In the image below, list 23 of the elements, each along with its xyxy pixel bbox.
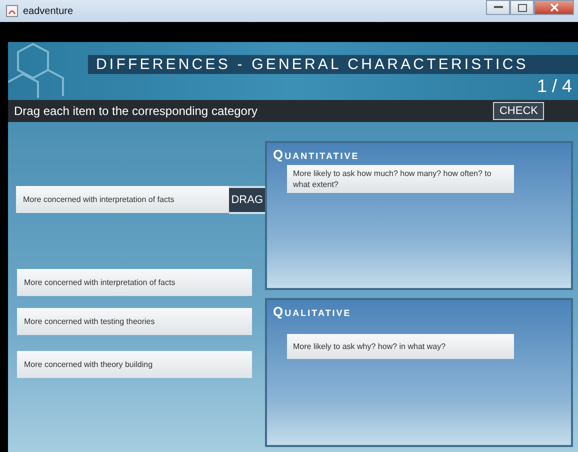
progress-counter: 1 / 4 [536,76,572,97]
draggable-item[interactable]: More concerned with testing theories [17,308,252,335]
drag-handle[interactable]: DRAG [229,186,265,214]
dropped-item[interactable]: More likely to ask how much? how many? how often? to what extent? [287,165,514,193]
minimize-button[interactable] [486,0,510,15]
maximize-icon [518,4,526,12]
app-icon [6,5,18,17]
window-title: eadventure [23,6,74,16]
close-button[interactable] [534,0,574,15]
page-title: DIFFERENCES - GENERAL CHARACTERISTICS [88,55,578,74]
draggable-item[interactable]: More concerned with interpretation of facts [17,269,252,296]
instruction-text: Drag each item to the corresponding category [14,104,258,118]
dropped-item[interactable]: More likely to ask why? how? in what way? [287,334,514,359]
draggable-item[interactable]: More concerned with theory building [17,351,252,378]
category-title: Qualitative [273,305,352,318]
category-title: Quantitative [273,148,360,161]
minimize-icon [494,6,502,9]
draggable-item[interactable]: More concerned with interpretation of facts [16,186,230,213]
close-icon [550,3,558,12]
maximize-button[interactable] [510,0,534,15]
category-panel[interactable]: Quantitative More likely to ask how much? how many? how often? to what extent? [265,141,573,290]
check-button[interactable]: CHECK [493,102,544,120]
category-panel[interactable]: Qualitative More likely to ask why? how? in what way? [265,298,573,447]
